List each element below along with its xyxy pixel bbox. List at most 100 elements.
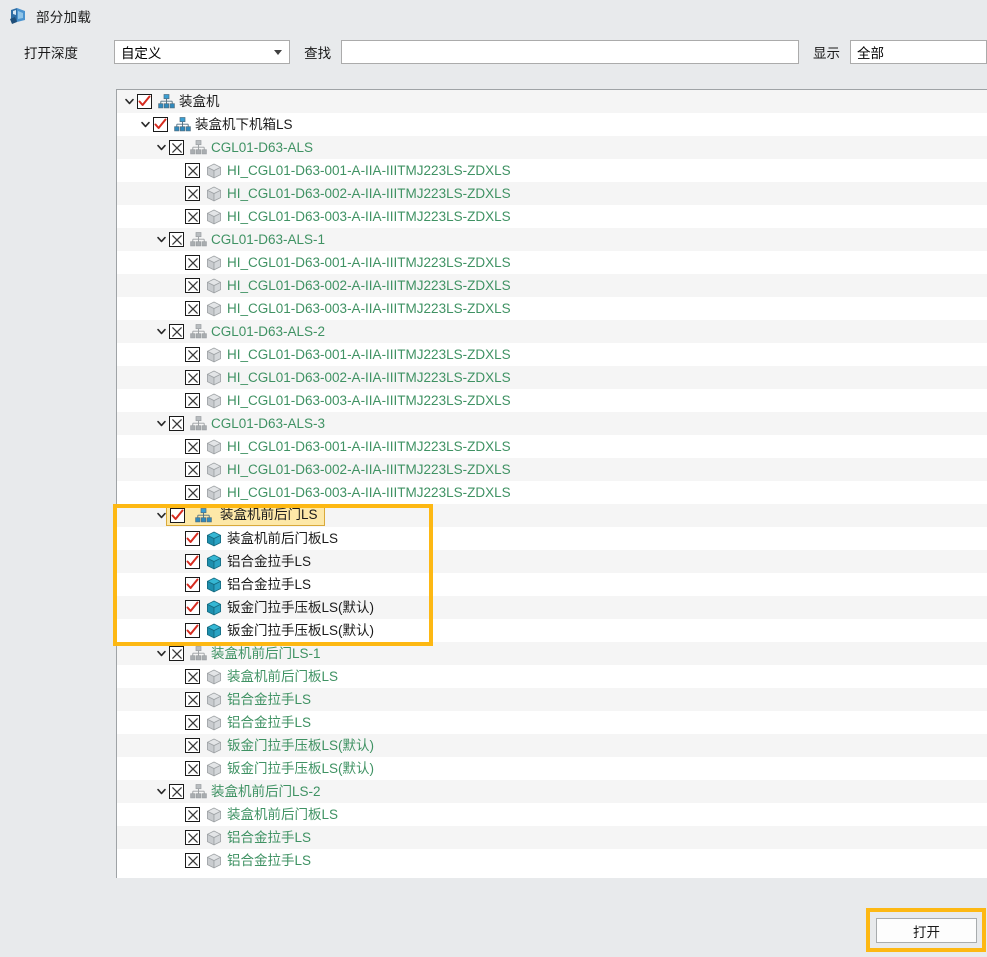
tree-node-content[interactable]: HI_CGL01-D63-002-A-IIA-IIITMJ223LS-ZDXLS xyxy=(185,369,511,386)
tree-row[interactable]: 铝合金拉手LS xyxy=(117,688,987,711)
checkbox-checked-icon[interactable] xyxy=(185,577,200,592)
tree-row[interactable]: 装盒机前后门板LS xyxy=(117,527,987,550)
tree-row[interactable]: 铝合金拉手LS xyxy=(117,826,987,849)
checkbox-excluded-icon[interactable] xyxy=(169,324,184,339)
open-button[interactable]: 打开 xyxy=(876,918,977,943)
tree-node-content[interactable]: HI_CGL01-D63-001-A-IIA-IIITMJ223LS-ZDXLS xyxy=(185,162,511,179)
tree-node-content[interactable]: 装盒机前后门板LS xyxy=(185,806,338,823)
checkbox-excluded-icon[interactable] xyxy=(185,830,200,845)
checkbox-excluded-icon[interactable] xyxy=(169,232,184,247)
checkbox-excluded-icon[interactable] xyxy=(185,163,200,178)
tree-node-content[interactable]: 铝合金拉手LS xyxy=(185,576,311,593)
checkbox-checked-icon[interactable] xyxy=(185,600,200,615)
show-filter-select[interactable]: 全部 xyxy=(849,40,987,64)
chevron-down-icon[interactable] xyxy=(137,117,153,133)
tree-node-content[interactable]: CGL01-D63-ALS-1 xyxy=(169,231,325,248)
tree-row[interactable]: 装盒机 xyxy=(117,90,987,113)
checkbox-excluded-icon[interactable] xyxy=(169,784,184,799)
tree-node-content[interactable]: 装盒机前后门LS-2 xyxy=(169,783,321,800)
checkbox-excluded-icon[interactable] xyxy=(169,140,184,155)
checkbox-excluded-icon[interactable] xyxy=(185,439,200,454)
tree-node-content[interactable]: 铝合金拉手LS xyxy=(185,852,311,869)
checkbox-excluded-icon[interactable] xyxy=(185,370,200,385)
tree-row[interactable]: HI_CGL01-D63-003-A-IIA-IIITMJ223LS-ZDXLS xyxy=(117,481,987,504)
checkbox-excluded-icon[interactable] xyxy=(185,393,200,408)
tree-node-content[interactable]: HI_CGL01-D63-003-A-IIA-IIITMJ223LS-ZDXLS xyxy=(185,300,511,317)
tree-node-content[interactable]: 铝合金拉手LS xyxy=(185,553,311,570)
tree-row[interactable]: 铝合金拉手LS xyxy=(117,849,987,872)
chevron-down-icon[interactable] xyxy=(153,646,169,662)
tree-row[interactable]: 钣金门拉手压板LS(默认) xyxy=(117,619,987,642)
checkbox-checked-icon[interactable] xyxy=(137,94,152,109)
assembly-tree[interactable]: 装盒机装盒机下机箱LS CGL01-D63-ALS HI_CGL01-D63-001… xyxy=(116,89,987,878)
tree-row[interactable]: HI_CGL01-D63-003-A-IIA-IIITMJ223LS-ZDXLS xyxy=(117,389,987,412)
checkbox-excluded-icon[interactable] xyxy=(185,807,200,822)
checkbox-excluded-icon[interactable] xyxy=(185,462,200,477)
checkbox-excluded-icon[interactable] xyxy=(185,715,200,730)
checkbox-excluded-icon[interactable] xyxy=(185,738,200,753)
checkbox-checked-icon[interactable] xyxy=(185,623,200,638)
checkbox-excluded-icon[interactable] xyxy=(185,278,200,293)
tree-row[interactable]: HI_CGL01-D63-001-A-IIA-IIITMJ223LS-ZDXLS xyxy=(117,251,987,274)
tree-row[interactable]: HI_CGL01-D63-003-A-IIA-IIITMJ223LS-ZDXLS xyxy=(117,297,987,320)
tree-row[interactable]: 钣金门拉手压板LS(默认) xyxy=(117,757,987,780)
tree-node-content[interactable]: 铝合金拉手LS xyxy=(185,691,311,708)
tree-row[interactable]: HI_CGL01-D63-001-A-IIA-IIITMJ223LS-ZDXLS xyxy=(117,343,987,366)
tree-node-content[interactable]: HI_CGL01-D63-003-A-IIA-IIITMJ223LS-ZDXLS xyxy=(185,208,511,225)
checkbox-checked-icon[interactable] xyxy=(185,554,200,569)
tree-row[interactable]: 铝合金拉手LS xyxy=(117,711,987,734)
checkbox-checked-icon[interactable] xyxy=(170,507,185,523)
tree-node-content[interactable]: 钣金门拉手压板LS(默认) xyxy=(185,737,374,754)
tree-node-content[interactable]: 铝合金拉手LS xyxy=(185,714,311,731)
checkbox-excluded-icon[interactable] xyxy=(185,209,200,224)
tree-row[interactable]: HI_CGL01-D63-002-A-IIA-IIITMJ223LS-ZDXLS xyxy=(117,274,987,297)
chevron-down-icon[interactable] xyxy=(153,232,169,248)
selected-node-chip[interactable]: 装盒机前后门LS xyxy=(166,505,325,526)
tree-row[interactable]: HI_CGL01-D63-001-A-IIA-IIITMJ223LS-ZDXLS xyxy=(117,435,987,458)
tree-node-content[interactable]: HI_CGL01-D63-001-A-IIA-IIITMJ223LS-ZDXLS xyxy=(185,254,511,271)
tree-row[interactable]: CGL01-D63-ALS xyxy=(117,136,987,159)
tree-node-content[interactable]: 装盒机 xyxy=(137,93,220,110)
checkbox-excluded-icon[interactable] xyxy=(185,692,200,707)
tree-node-content[interactable]: HI_CGL01-D63-002-A-IIA-IIITMJ223LS-ZDXLS xyxy=(185,185,511,202)
tree-row[interactable]: CGL01-D63-ALS-3 xyxy=(117,412,987,435)
tree-node-content[interactable]: HI_CGL01-D63-001-A-IIA-IIITMJ223LS-ZDXLS xyxy=(185,438,511,455)
tree-row[interactable]: 铝合金拉手LS xyxy=(117,550,987,573)
tree-row[interactable]: CGL01-D63-ALS-1 xyxy=(117,228,987,251)
tree-node-content[interactable]: 钣金门拉手压板LS(默认) xyxy=(185,760,374,777)
tree-row[interactable]: 钣金门拉手压板LS(默认) xyxy=(117,596,987,619)
tree-row[interactable]: CGL01-D63-ALS-2 xyxy=(117,320,987,343)
tree-row[interactable]: 装盒机下机箱LS xyxy=(117,113,987,136)
checkbox-checked-icon[interactable] xyxy=(185,531,200,546)
tree-node-content[interactable]: 装盒机前后门板LS xyxy=(185,668,338,685)
tree-node-content[interactable]: CGL01-D63-ALS xyxy=(169,139,313,156)
tree-row[interactable]: 装盒机前后门LS-2 xyxy=(117,780,987,803)
checkbox-excluded-icon[interactable] xyxy=(169,416,184,431)
checkbox-excluded-icon[interactable] xyxy=(185,347,200,362)
tree-node-content[interactable]: HI_CGL01-D63-002-A-IIA-IIITMJ223LS-ZDXLS xyxy=(185,461,511,478)
tree-node-content[interactable]: HI_CGL01-D63-002-A-IIA-IIITMJ223LS-ZDXLS xyxy=(185,277,511,294)
tree-row[interactable]: 钣金门拉手压板LS(默认) xyxy=(117,734,987,757)
chevron-down-icon[interactable] xyxy=(153,784,169,800)
tree-row[interactable]: HI_CGL01-D63-003-A-IIA-IIITMJ223LS-ZDXLS xyxy=(117,205,987,228)
tree-node-content[interactable]: 铝合金拉手LS xyxy=(185,829,311,846)
tree-row[interactable]: HI_CGL01-D63-001-A-IIA-IIITMJ223LS-ZDXLS xyxy=(117,159,987,182)
tree-node-content[interactable]: 钣金门拉手压板LS(默认) xyxy=(185,599,374,616)
checkbox-excluded-icon[interactable] xyxy=(185,301,200,316)
checkbox-excluded-icon[interactable] xyxy=(185,853,200,868)
tree-node-content[interactable]: CGL01-D63-ALS-2 xyxy=(169,323,325,340)
tree-row[interactable]: 装盒机前后门板LS xyxy=(117,803,987,826)
chevron-down-icon[interactable] xyxy=(153,140,169,156)
tree-node-content[interactable]: 装盒机下机箱LS xyxy=(153,116,293,133)
find-input[interactable] xyxy=(341,40,799,64)
checkbox-excluded-icon[interactable] xyxy=(185,485,200,500)
open-depth-select[interactable]: 自定义 xyxy=(113,40,291,64)
tree-node-content[interactable]: HI_CGL01-D63-001-A-IIA-IIITMJ223LS-ZDXLS xyxy=(185,346,511,363)
checkbox-excluded-icon[interactable] xyxy=(185,669,200,684)
tree-row[interactable]: HI_CGL01-D63-002-A-IIA-IIITMJ223LS-ZDXLS xyxy=(117,182,987,205)
tree-row[interactable]: 装盒机前后门LS-1 xyxy=(117,642,987,665)
checkbox-excluded-icon[interactable] xyxy=(185,186,200,201)
tree-node-content[interactable]: 装盒机前后门板LS xyxy=(185,530,338,547)
tree-row[interactable]: 铝合金拉手LS xyxy=(117,573,987,596)
tree-node-content[interactable]: HI_CGL01-D63-003-A-IIA-IIITMJ223LS-ZDXLS xyxy=(185,484,511,501)
